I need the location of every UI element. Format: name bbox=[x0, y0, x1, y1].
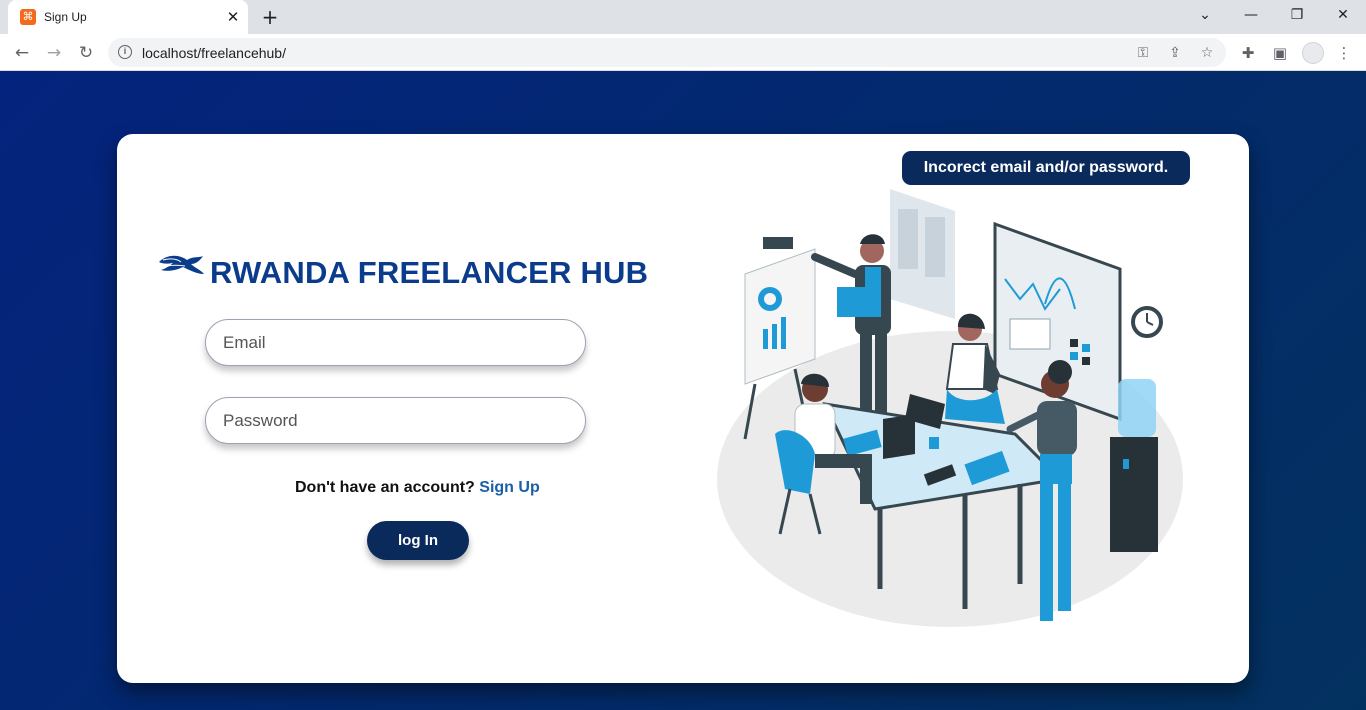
minimize-icon[interactable]: — bbox=[1228, 0, 1274, 30]
xampp-favicon-icon: ⌘ bbox=[20, 9, 36, 25]
forward-icon[interactable]: → bbox=[40, 39, 68, 67]
signup-prompt: Don't have an account? bbox=[295, 479, 475, 496]
url-text[interactable]: localhost/freelancehub/ bbox=[142, 45, 286, 61]
office-team-illustration bbox=[717, 189, 1183, 627]
water-cooler bbox=[1110, 437, 1158, 552]
tab-search-icon[interactable]: ⌄ bbox=[1182, 0, 1228, 30]
browser-tab[interactable]: ⌘ Sign Up ✕ bbox=[8, 0, 248, 34]
restore-icon[interactable]: ❐ bbox=[1274, 0, 1320, 30]
back-icon[interactable]: ← bbox=[8, 39, 36, 67]
standing-woman-top bbox=[1037, 401, 1077, 456]
water-bottle bbox=[1118, 379, 1156, 437]
address-bar[interactable]: i localhost/freelancehub/ ⚿ ⇪ ☆ bbox=[108, 38, 1226, 67]
menu-kebab-icon[interactable]: ⋮ bbox=[1330, 39, 1358, 67]
window-pane bbox=[898, 209, 918, 269]
side-panel-icon[interactable]: ▣ bbox=[1266, 39, 1294, 67]
signup-link[interactable]: Sign Up bbox=[479, 479, 539, 496]
window-pane bbox=[925, 217, 945, 277]
phoenix-logo-icon bbox=[159, 255, 204, 274]
signup-prompt-row: Don't have an account? Sign Up bbox=[295, 479, 540, 497]
email-field[interactable] bbox=[205, 319, 586, 366]
password-field[interactable] bbox=[205, 397, 586, 444]
mug bbox=[929, 437, 939, 449]
flipchart-clip bbox=[763, 237, 793, 249]
close-window-icon[interactable]: ✕ bbox=[1320, 0, 1366, 30]
brand-name: RWANDA FREELANCER HUB bbox=[210, 255, 649, 290]
extensions-icon[interactable]: ✚ bbox=[1234, 39, 1262, 67]
tab-title: Sign Up bbox=[44, 10, 87, 24]
page-background: Incorect email and/or password. RWANDA F… bbox=[0, 71, 1366, 710]
bookmark-star-icon[interactable]: ☆ bbox=[1196, 42, 1218, 64]
share-icon[interactable]: ⇪ bbox=[1164, 42, 1186, 64]
login-card: Incorect email and/or password. RWANDA F… bbox=[117, 134, 1249, 683]
board-panel bbox=[1009, 318, 1051, 350]
laptop bbox=[883, 414, 915, 459]
error-alert: Incorect email and/or password. bbox=[902, 151, 1190, 185]
browser-toolbar: ← → ↻ i localhost/freelancehub/ ⚿ ⇪ ☆ ✚ … bbox=[0, 34, 1366, 71]
new-tab-icon[interactable]: + bbox=[258, 5, 282, 29]
reload-icon[interactable]: ↻ bbox=[72, 39, 100, 67]
site-info-icon[interactable]: i bbox=[118, 45, 132, 59]
login-button[interactable]: log In bbox=[367, 521, 469, 560]
clipboard bbox=[837, 287, 865, 317]
key-icon[interactable]: ⚿ bbox=[1132, 42, 1154, 64]
browser-tab-strip: ⌘ Sign Up ✕ + ⌄ — ❐ ✕ bbox=[0, 0, 1366, 34]
profile-avatar[interactable] bbox=[1302, 42, 1324, 64]
tab-close-icon[interactable]: ✕ bbox=[223, 7, 243, 27]
